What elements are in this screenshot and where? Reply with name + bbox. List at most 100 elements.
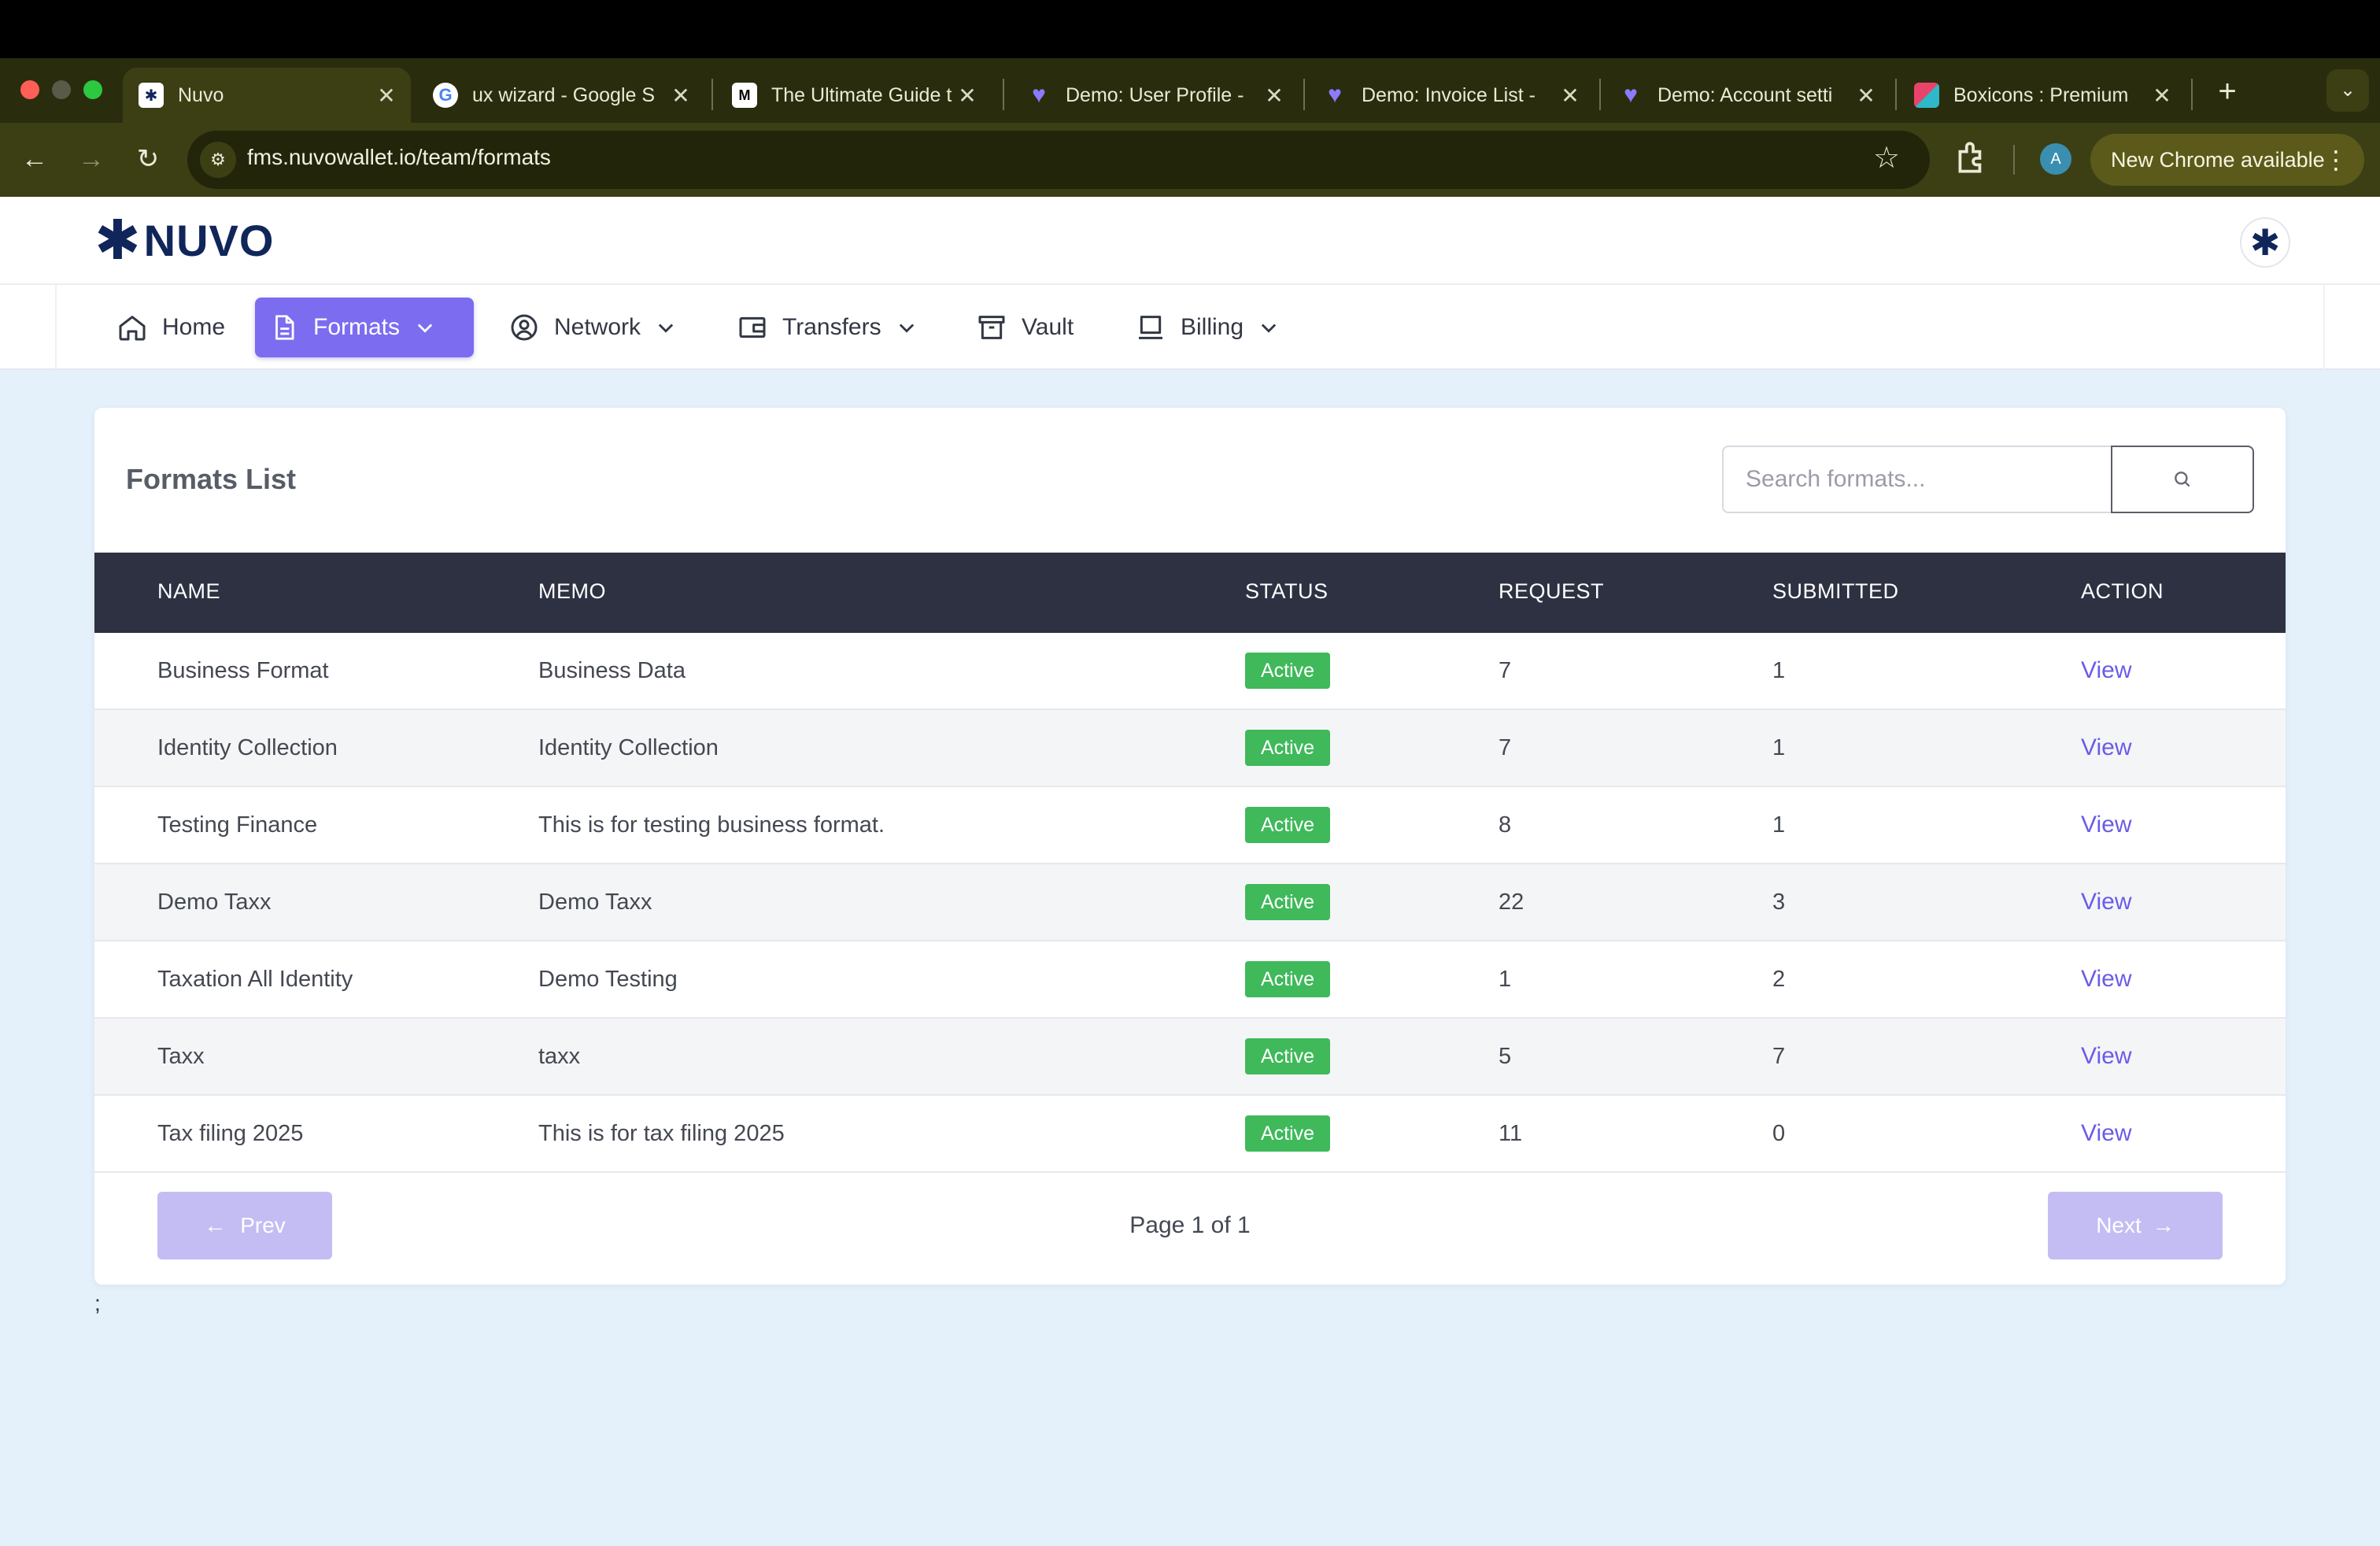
tab-separator bbox=[1895, 79, 1897, 110]
format-name: Identity Collection bbox=[157, 735, 338, 760]
document-icon bbox=[275, 315, 294, 340]
nuvo-logo[interactable]: ✱ NUVO bbox=[94, 213, 274, 268]
close-icon[interactable]: ✕ bbox=[955, 83, 979, 109]
heart-favicon-icon: ♥ bbox=[1328, 82, 1342, 108]
format-name: Tax filing 2025 bbox=[157, 1121, 304, 1146]
window-close-button[interactable] bbox=[20, 80, 39, 99]
close-icon[interactable]: ✕ bbox=[669, 83, 693, 109]
browser-tab-google[interactable]: G ux wizard - Google S ✕ bbox=[417, 68, 705, 123]
view-link[interactable]: View bbox=[2081, 1120, 2131, 1147]
logo-text: NUVO bbox=[143, 215, 275, 265]
close-icon[interactable]: ✕ bbox=[2150, 83, 2174, 109]
format-name: Taxx bbox=[157, 1044, 205, 1069]
request-count: 11 bbox=[1499, 1121, 1523, 1146]
browser-tab-demo-invoice-list[interactable]: ♥ Demo: Invoice List - ✕ bbox=[1306, 68, 1595, 123]
table-row bbox=[94, 1019, 2286, 1096]
arrow-right-icon: → bbox=[2152, 1213, 2175, 1237]
search-icon bbox=[2175, 472, 2190, 487]
close-icon[interactable]: ✕ bbox=[1558, 83, 1582, 109]
prev-button[interactable]: ← Prev bbox=[157, 1192, 332, 1259]
table-row bbox=[94, 710, 2286, 787]
next-label: Next bbox=[2096, 1213, 2142, 1237]
user-avatar[interactable]: ✱ bbox=[2240, 217, 2290, 268]
boxicons-favicon-icon bbox=[1914, 83, 1939, 108]
site-info-icon[interactable]: ⚙ bbox=[200, 142, 236, 178]
browser-tab-demo-user-profile[interactable]: ♥ Demo: User Profile - ✕ bbox=[1011, 68, 1299, 123]
bookmark-star-icon[interactable]: ☆ bbox=[1873, 140, 1900, 176]
column-header-status: STATUS bbox=[1245, 579, 1329, 603]
submitted-count: 1 bbox=[1772, 735, 1786, 760]
extensions-icon[interactable] bbox=[1952, 139, 1991, 178]
nav-formats-label: Formats bbox=[313, 314, 401, 340]
forward-button[interactable]: → bbox=[69, 137, 113, 181]
nav-formats[interactable]: Formats bbox=[255, 298, 474, 357]
tab-separator bbox=[1303, 79, 1305, 110]
chevron-down-icon bbox=[417, 324, 433, 333]
view-link[interactable]: View bbox=[2081, 734, 2131, 761]
column-header-submitted: SUBMITTED bbox=[1772, 579, 1899, 603]
status-badge: Active bbox=[1245, 1115, 1330, 1152]
more-menu-icon: ⋮ bbox=[2323, 146, 2349, 174]
submitted-count: 1 bbox=[1772, 812, 1786, 838]
status-badge: Active bbox=[1245, 807, 1330, 843]
format-name: Demo Taxx bbox=[157, 890, 272, 915]
chevron-down-icon bbox=[899, 324, 914, 333]
table-row bbox=[94, 941, 2286, 1019]
format-memo: Demo Testing bbox=[538, 967, 678, 992]
nav-network[interactable]: Network bbox=[494, 298, 691, 357]
view-link[interactable]: View bbox=[2081, 966, 2131, 993]
window-minimize-button[interactable] bbox=[52, 80, 71, 99]
new-tab-button[interactable]: + bbox=[2204, 69, 2251, 117]
table-row bbox=[94, 787, 2286, 864]
close-icon[interactable]: ✕ bbox=[1262, 83, 1286, 109]
tab-search-button[interactable]: ⌄ bbox=[2326, 69, 2369, 112]
search-input[interactable] bbox=[1722, 446, 2112, 513]
browser-tab-demo-account-settings[interactable]: ♥ Demo: Account setti ✕ bbox=[1602, 68, 1890, 123]
chevron-down-icon bbox=[1261, 324, 1277, 333]
format-memo: This is for testing business format. bbox=[538, 812, 885, 838]
request-count: 7 bbox=[1499, 658, 1512, 683]
view-link[interactable]: View bbox=[2081, 889, 2131, 915]
url-text[interactable]: fms.nuvowallet.io/team/formats bbox=[247, 145, 551, 170]
back-button[interactable]: ← bbox=[13, 137, 57, 181]
search-button[interactable] bbox=[2111, 446, 2254, 513]
submitted-count: 1 bbox=[1772, 658, 1786, 683]
nav-transfers[interactable]: Transfers bbox=[722, 298, 932, 357]
view-link[interactable]: View bbox=[2081, 657, 2131, 684]
laptop-icon bbox=[1139, 316, 1162, 339]
table-header bbox=[94, 553, 2286, 633]
nav-billing[interactable]: Billing bbox=[1121, 298, 1294, 357]
view-link[interactable]: View bbox=[2081, 1043, 2131, 1070]
nuvo-favicon-icon: ✱ bbox=[139, 83, 164, 108]
tab-title: Nuvo bbox=[178, 83, 224, 106]
browser-tab-medium[interactable]: M The Ultimate Guide t ✕ bbox=[716, 68, 992, 123]
format-memo: Business Data bbox=[538, 658, 686, 683]
request-count: 7 bbox=[1499, 735, 1512, 760]
chrome-update-button[interactable]: New Chrome available ⋮ bbox=[2090, 134, 2364, 186]
arrow-left-icon: ← bbox=[204, 1213, 227, 1237]
tab-title: The Ultimate Guide t bbox=[771, 83, 952, 106]
next-button[interactable]: Next → bbox=[2048, 1192, 2223, 1259]
nav-home[interactable]: Home bbox=[102, 298, 239, 357]
format-memo: Demo Taxx bbox=[538, 890, 652, 915]
close-icon[interactable]: ✕ bbox=[1854, 83, 1878, 109]
nav-vault[interactable]: Vault bbox=[962, 298, 1088, 357]
browser-tab-nuvo[interactable]: ✱ Nuvo ✕ bbox=[123, 68, 411, 123]
profile-avatar[interactable]: A bbox=[2040, 143, 2071, 175]
view-link[interactable]: View bbox=[2081, 812, 2131, 838]
status-badge: Active bbox=[1245, 730, 1330, 766]
app-header bbox=[0, 197, 2380, 285]
submitted-count: 7 bbox=[1772, 1044, 1786, 1069]
request-count: 5 bbox=[1499, 1044, 1512, 1069]
browser-tab-boxicons[interactable]: Boxicons : Premium ✕ bbox=[1898, 68, 2186, 123]
screen-top-bar bbox=[0, 0, 2380, 58]
heart-favicon-icon: ♥ bbox=[1624, 82, 1638, 108]
tab-title: Boxicons : Premium bbox=[1953, 83, 2129, 106]
reload-button[interactable]: ↻ bbox=[126, 137, 170, 181]
close-icon[interactable]: ✕ bbox=[375, 83, 398, 109]
column-header-action: ACTION bbox=[2081, 579, 2164, 603]
submitted-count: 2 bbox=[1772, 967, 1786, 992]
tab-separator bbox=[1599, 79, 1601, 110]
window-maximize-button[interactable] bbox=[83, 80, 102, 99]
status-badge: Active bbox=[1245, 653, 1330, 689]
